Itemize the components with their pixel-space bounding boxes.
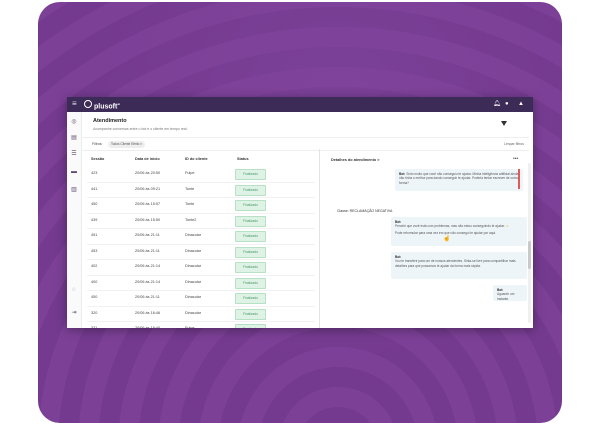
chat-message: Bot: Percebi que você está com problemas… — [391, 217, 527, 246]
table-row[interactable]: 320 20/06 às 16:46 Dinacolar Finalizado — [87, 306, 315, 322]
menu-icon[interactable]: ≡ — [72, 100, 77, 108]
table-row[interactable]: 450 20/06 às 21:11 Dinacolar Finalizado — [87, 290, 315, 307]
cell-client-id: Tonte — [185, 202, 195, 206]
status-badge: Finalizado — [235, 308, 266, 320]
header-status[interactable]: Status — [237, 157, 249, 161]
table-header: Sessão Data de início ID do cliente Stat… — [87, 155, 315, 165]
cell-client-id: Dinacolar — [185, 264, 202, 268]
chat-scrollbar[interactable] — [528, 163, 531, 323]
page-title: Atendimento — [93, 118, 127, 124]
header-session[interactable]: Sessão — [91, 157, 104, 161]
filter-chip[interactable]: Todos Cliente Efeito × — [108, 140, 146, 148]
sidebar-item-report-icon[interactable]: ▥ — [70, 186, 78, 194]
cell-client-id: Fulpe — [185, 326, 195, 328]
cell-session: 441 — [91, 186, 98, 191]
smile-emoji-icon: ☺ — [505, 224, 510, 229]
cell-start-date: 20/06 às 15:50 — [135, 217, 161, 222]
sidebar-item-exit-icon[interactable]: ⇥ — [70, 309, 78, 317]
logo-icon — [84, 100, 92, 108]
cell-client-id: Dinacolar — [185, 248, 202, 253]
unread-marker — [518, 169, 520, 189]
table-row[interactable]: 453 20/06 às 21:11 Dinacolar Finalizado — [87, 244, 315, 260]
status-badge: Finalizado — [235, 169, 266, 180]
cell-start-date: 20/06 às 21:11 — [135, 248, 160, 253]
details-title[interactable]: Detalhes do atendimento > — [331, 158, 379, 162]
status-badge: Finalizado — [235, 324, 266, 328]
top-bar: ≡ plusoftai 🔔︎ ● ▲ — [67, 97, 533, 112]
chat-panel: Bot: Sinto muito que você não conseguiu … — [321, 167, 529, 328]
cell-session: 439 — [91, 217, 98, 222]
classification-label: Classe: RECLAMAÇÃO NEGATIVA — [337, 209, 393, 213]
cell-client-id: Tonte2 — [185, 217, 197, 222]
sidebar-item-chat-icon[interactable]: ▬ — [70, 168, 78, 176]
app-window: ≡ plusoftai 🔔︎ ● ▲ ◎ ▤ ☰ ▬ ▥ ◌ ⇥ Atendim… — [67, 97, 533, 328]
scrollbar-thumb[interactable] — [528, 241, 531, 269]
cell-start-date: 20/06 às 21:11 — [135, 295, 160, 299]
table-row[interactable]: 321 20/06 às 16:40 Fulpe Finalizado — [87, 321, 315, 328]
cell-session: 450 — [91, 202, 98, 206]
cell-start-date: 20/06 às 21:11 — [135, 233, 160, 237]
page-subtitle: Acompanhe conversas entre o bot e o clie… — [93, 127, 188, 131]
cell-session: 400 — [91, 279, 98, 284]
cell-client-id: Dinacolar — [185, 233, 202, 237]
status-badge: Finalizado — [235, 184, 266, 196]
table-row[interactable]: 423 20/06 às 20:50 Fulpe Finalizado — [87, 166, 315, 183]
table-row[interactable]: 441 20/06 às 09:21 Tonte Finalizado — [87, 182, 315, 198]
filter-icon[interactable] — [501, 121, 507, 126]
chat-message: Bot: Aguarde um instante. — [493, 285, 527, 301]
table-row[interactable]: 400 20/06 às 21:14 Dinacolar Finalizado — [87, 275, 315, 291]
cell-session: 423 — [91, 171, 98, 175]
cell-start-date: 20/06 às 21:14 — [135, 264, 161, 268]
header-client-id[interactable]: ID do cliente — [185, 157, 208, 161]
settings-icon[interactable]: ● — [505, 100, 509, 108]
cell-session: 320 — [91, 310, 98, 315]
status-badge: Finalizado — [235, 246, 266, 258]
status-badge: Finalizado — [235, 231, 266, 242]
panel-divider — [319, 149, 320, 328]
cell-session: 450 — [91, 295, 98, 299]
more-options-icon[interactable]: ••• — [513, 156, 518, 162]
chat-message: Bot: Sinto muito que você não conseguiu … — [395, 169, 523, 191]
cell-session: 453 — [91, 248, 98, 253]
cell-start-date: 20/06 às 16:46 — [135, 310, 161, 315]
cell-client-id: Tonte — [185, 186, 195, 191]
filter-bar: Filtros: Todos Cliente Efeito × Limpar f… — [81, 137, 529, 151]
sidebar: ◎ ▤ ☰ ▬ ▥ ◌ ⇥ — [67, 112, 82, 328]
user-icon[interactable]: ▲ — [518, 100, 524, 108]
clear-filters-link[interactable]: Limpar filtros — [504, 142, 524, 146]
cell-start-date: 20/06 às 21:14 — [135, 279, 161, 284]
background-card: ≡ plusoftai 🔔︎ ● ▲ ◎ ▤ ☰ ▬ ▥ ◌ ⇥ Atendim… — [38, 2, 562, 423]
status-badge: Finalizado — [235, 293, 266, 304]
cell-session: 321 — [91, 326, 98, 328]
cell-start-date: 20/06 às 16:40 — [135, 326, 161, 328]
bell-icon[interactable]: 🔔︎ — [493, 100, 501, 108]
cell-session: 402 — [91, 264, 98, 268]
sidebar-item-home-icon[interactable]: ◎ — [70, 118, 78, 126]
cell-start-date: 20/06 às 15:57 — [135, 202, 161, 206]
status-badge: Finalizado — [235, 200, 266, 211]
cell-start-date: 20/06 às 20:50 — [135, 171, 161, 175]
filter-label: Filtros: — [92, 142, 103, 146]
header-start-date[interactable]: Data de início — [135, 157, 160, 161]
cell-client-id: Dinacolar — [185, 310, 202, 315]
sidebar-item-docs-icon[interactable]: ▤ — [70, 134, 78, 142]
cell-start-date: 20/06 às 09:21 — [135, 186, 161, 191]
brand-name: plusoftai — [94, 102, 120, 111]
table-row[interactable]: 450 20/06 às 15:57 Tonte Finalizado — [87, 197, 315, 214]
table-row[interactable]: 451 20/06 às 21:11 Dinacolar Finalizado — [87, 228, 315, 245]
chat-message: Bot: Vou te transferir para um de nossos… — [391, 252, 527, 279]
sidebar-item-help-icon[interactable]: ◌ — [70, 286, 78, 294]
status-badge: Finalizado — [235, 262, 266, 273]
table-row[interactable]: 402 20/06 às 21:14 Dinacolar Finalizado — [87, 259, 315, 276]
cell-client-id: Dinacolar — [185, 295, 202, 299]
mouse-cursor-icon: ☝ — [443, 236, 451, 242]
status-badge: Finalizado — [235, 215, 266, 227]
cell-session: 451 — [91, 233, 98, 237]
sidebar-item-list-icon[interactable]: ☰ — [70, 150, 78, 158]
table-row[interactable]: 439 20/06 às 15:50 Tonte2 Finalizado — [87, 213, 315, 229]
cell-client-id: Fulpe — [185, 171, 195, 175]
status-badge: Finalizado — [235, 277, 266, 289]
cell-client-id: Dinacolar — [185, 279, 202, 284]
